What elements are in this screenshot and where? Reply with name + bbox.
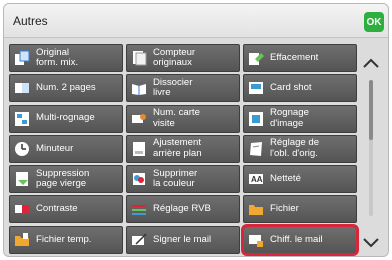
- business-card-scan-button[interactable]: Num. carte visite: [126, 104, 240, 133]
- svg-text:AA: AA: [251, 175, 263, 184]
- button-label: Fichier: [270, 203, 299, 215]
- sharpness-icon: AA: [249, 174, 263, 185]
- color-drop-button[interactable]: Supprimer la couleur: [126, 165, 240, 194]
- sign-mail-icon: [132, 233, 147, 245]
- chevron-down-icon: [363, 238, 379, 248]
- button-label: Multi-rognage: [36, 112, 95, 124]
- erase-icon: [249, 53, 264, 65]
- erase-button[interactable]: Effacement: [243, 44, 357, 72]
- skew-adjust-button[interactable]: Réglage de l'obl. d'orig.: [243, 134, 357, 163]
- button-label: Num. 2 pages: [36, 82, 96, 94]
- quick-file-icon: [15, 232, 29, 246]
- button-label: Minuteur: [36, 142, 74, 154]
- multi-crop-button[interactable]: Multi-rognage: [9, 104, 123, 133]
- file-folder-icon: [249, 205, 263, 216]
- button-label: Réglage de l'obl. d'orig.: [270, 137, 320, 159]
- blank-page-skip-icon: [16, 172, 28, 187]
- blank-page-skip-button[interactable]: Suppression page vierge: [9, 165, 123, 194]
- original-count-button[interactable]: Compteur originaux: [126, 44, 240, 72]
- background-adjust-icon: [133, 141, 145, 156]
- mixed-size-original-icon: [15, 50, 30, 65]
- button-label: Fichier temp.: [36, 233, 92, 245]
- timer-button[interactable]: Minuteur: [9, 134, 123, 163]
- quick-file-button[interactable]: Fichier temp.: [9, 225, 123, 254]
- button-label: Effacement: [270, 51, 319, 63]
- button-label: Suppression page vierge: [36, 167, 90, 190]
- skew-adjust-icon: [250, 141, 262, 156]
- image-crop-icon: [249, 111, 263, 126]
- contrast-button[interactable]: Contraste: [9, 195, 123, 224]
- mixed-size-original-button[interactable]: Original form. mix.: [9, 44, 123, 72]
- scroll-up-button[interactable]: [358, 50, 384, 76]
- card-shot-icon: [249, 82, 263, 95]
- button-label: Compteur originaux: [153, 46, 196, 68]
- image-crop-button[interactable]: Rognage d'image: [243, 104, 357, 133]
- background-adjust-button[interactable]: Ajustement arrière plan: [126, 134, 240, 163]
- button-label: Original form. mix.: [36, 46, 79, 68]
- other-functions-panel: Autres OK Original form. mix. Compteur o…: [3, 3, 389, 257]
- rgb-adjust-button[interactable]: Réglage RVB: [126, 195, 240, 224]
- button-label: Netteté: [270, 172, 301, 184]
- encrypt-mail-button[interactable]: Chiff. le mail: [241, 223, 359, 256]
- button-label: Ajustement arrière plan: [153, 137, 202, 159]
- button-label: Rognage d'image: [270, 107, 309, 129]
- title-bar: Autres OK: [4, 4, 388, 38]
- scroll-down-button[interactable]: [358, 230, 384, 256]
- ok-button[interactable]: OK: [364, 12, 384, 32]
- card-shot-button[interactable]: Card shot: [243, 74, 357, 103]
- button-label: Chiff. le mail: [270, 233, 323, 245]
- button-label: Dissocier livre: [153, 76, 193, 99]
- button-label: Contraste: [36, 203, 78, 215]
- button-label: Réglage RVB: [153, 203, 211, 215]
- sharpness-button[interactable]: AA Netteté: [243, 165, 357, 194]
- multi-crop-icon: [15, 111, 29, 126]
- encrypt-mail-icon: [249, 234, 263, 247]
- sign-mail-button[interactable]: Signer le mail: [126, 225, 240, 254]
- chevron-up-icon: [363, 58, 379, 68]
- function-grid: Original form. mix. Compteur originaux E…: [9, 44, 359, 256]
- dual-page-scan-icon: [15, 83, 29, 94]
- button-label: Num. carte visite: [153, 107, 200, 129]
- business-card-scan-icon: [132, 113, 146, 123]
- dual-page-scan-button[interactable]: Num. 2 pages: [9, 74, 123, 103]
- timer-icon: [15, 141, 29, 156]
- file-button[interactable]: Fichier: [243, 195, 357, 224]
- scrollbar[interactable]: [358, 44, 384, 256]
- book-divide-button[interactable]: Dissocier livre: [126, 74, 240, 103]
- contrast-icon: [15, 205, 29, 214]
- button-label: Signer le mail: [153, 233, 212, 245]
- rgb-adjust-icon: [132, 205, 146, 216]
- panel-title: Autres: [13, 14, 48, 28]
- button-label: Card shot: [270, 82, 312, 94]
- original-count-icon: [133, 51, 147, 66]
- book-divide-icon: [132, 84, 146, 96]
- button-label: Supprimer la couleur: [153, 167, 198, 190]
- color-drop-icon: [133, 173, 145, 186]
- scroll-thumb[interactable]: [369, 80, 373, 140]
